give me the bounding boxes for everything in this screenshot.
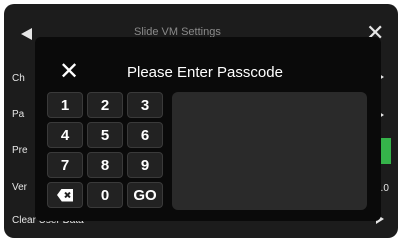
key-8[interactable]: 8 <box>87 152 123 178</box>
go-button[interactable]: GO <box>127 182 163 208</box>
key-5[interactable]: 5 <box>87 122 123 148</box>
passcode-dialog: ✕ Please Enter Passcode 1 2 3 4 5 6 7 8 … <box>35 37 381 221</box>
close-icon[interactable]: ✕ <box>59 59 79 83</box>
key-4[interactable]: 4 <box>47 122 83 148</box>
backspace-key[interactable] <box>47 182 83 208</box>
settings-row-label: Ver <box>12 182 28 193</box>
key-9[interactable]: 9 <box>127 152 163 178</box>
back-arrow-icon[interactable] <box>21 28 32 40</box>
key-6[interactable]: 6 <box>127 122 163 148</box>
settings-screen: Slide VM Settings ✕ Ch Pa Pre Ver Clear … <box>4 4 398 238</box>
key-0[interactable]: 0 <box>87 182 123 208</box>
settings-row-label[interactable]: Ch <box>12 73 25 84</box>
key-2[interactable]: 2 <box>87 92 123 118</box>
passcode-display <box>172 92 367 210</box>
key-7[interactable]: 7 <box>47 152 83 178</box>
settings-row-label[interactable]: Pre <box>12 145 28 156</box>
key-1[interactable]: 1 <box>47 92 83 118</box>
backspace-icon <box>57 188 73 202</box>
key-3[interactable]: 3 <box>127 92 163 118</box>
dialog-title: Please Enter Passcode <box>127 64 283 81</box>
settings-row-label[interactable]: Pa <box>12 109 24 120</box>
